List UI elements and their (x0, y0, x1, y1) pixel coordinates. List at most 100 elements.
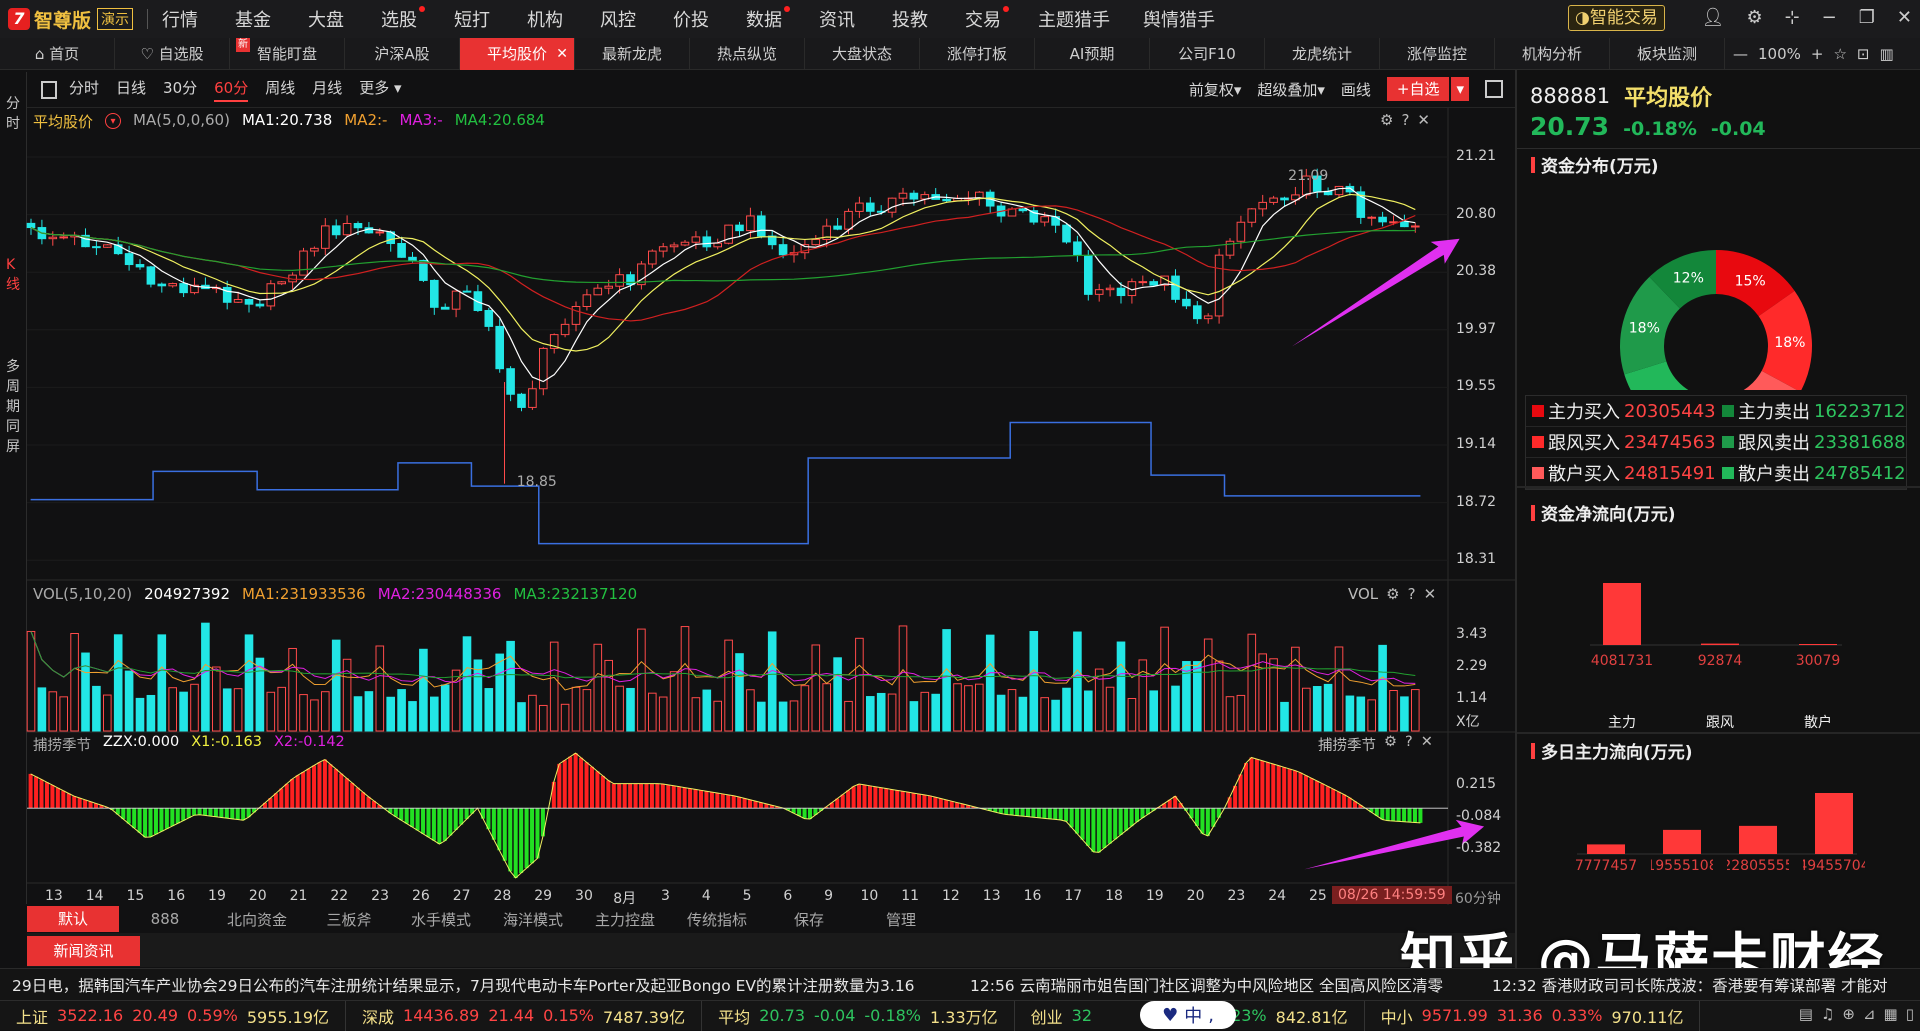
volume-bar-down (1116, 641, 1126, 732)
template-tab-0[interactable]: 默认 (27, 906, 119, 932)
candle-up (1040, 216, 1050, 223)
volume-bar-up (658, 696, 668, 732)
news-item[interactable]: 12:32 香港财政司司长陈茂波：香港要有筹谋部署 才能对 (1492, 974, 1888, 996)
volume-bar-up (375, 645, 385, 732)
date-axis-label: 23 (371, 888, 389, 904)
volume-axis-label: 2.29 (1456, 658, 1488, 674)
volume-bar-down (222, 688, 232, 732)
index-quote[interactable]: 平均 20.73 -0.04 -0.18% 1.33万亿 (702, 1000, 1015, 1031)
net-flow-value: 92874 (1698, 653, 1743, 669)
restore-icon[interactable]: ❐ (1859, 7, 1875, 28)
template-tab-5[interactable]: 海洋模式 (487, 909, 579, 930)
zoom-in-icon[interactable]: + (1811, 45, 1824, 63)
index-change: 31.36 (1496, 1006, 1543, 1025)
grid-icon[interactable]: ▦ (1884, 1005, 1898, 1023)
close-icon[interactable]: ✕ (1897, 7, 1912, 28)
net-flow-value: 30079 (1796, 653, 1841, 669)
index-quote[interactable]: 深成 14436.89 21.44 0.15% 7487.39亿 (346, 1000, 703, 1031)
volume-bar-up (1236, 694, 1246, 732)
index-amount: 5955.19亿 (246, 1007, 329, 1027)
index-name: 创业 (1030, 1007, 1063, 1027)
volume-bar-up (1367, 699, 1377, 732)
date-axis-label: 13 (44, 888, 63, 904)
volume-bar-down (419, 648, 428, 732)
volume-bar-down (244, 634, 254, 732)
date-axis-label: 3 (661, 888, 670, 904)
ime-widget[interactable]: ♥ 中, (1140, 1001, 1236, 1029)
fund-distribution-legend: 主力买入 20305443 主力卖出 16223712 跟风买入 23474563 跟风卖出… (1525, 395, 1907, 490)
volume-bar-up (190, 683, 199, 732)
legend-label: 散户卖出 (1738, 464, 1810, 485)
star-icon[interactable]: ☆ (1833, 45, 1846, 63)
candle-up (233, 299, 243, 303)
globe-icon[interactable]: ⊕ (1842, 1005, 1855, 1023)
kline-chart[interactable] (0, 0, 1515, 905)
candle-up (310, 247, 319, 252)
volume-bar-down (1280, 701, 1289, 732)
volume-bar-down (1378, 644, 1387, 732)
volume-bar-up (637, 628, 646, 732)
calc-icon[interactable]: ▤ (1799, 1005, 1813, 1023)
chart-icon[interactable]: ⊿ (1863, 1005, 1876, 1023)
volume-bar-down (833, 657, 842, 732)
minimize-icon[interactable]: − (1822, 7, 1837, 28)
legend-row: 跟风买入 23474563 跟风卖出 23381688 (1526, 427, 1906, 458)
template-tab-7[interactable]: 传统指标 (671, 909, 763, 930)
date-axis-label: 4 (701, 888, 711, 904)
price-axis-label: 21.21 (1456, 148, 1497, 164)
zoom-out-icon[interactable]: — (1733, 45, 1748, 63)
volume-bar-up (898, 625, 908, 732)
candle-up (855, 202, 864, 212)
vol-ma1-line (30, 631, 1416, 691)
layout-icon[interactable]: ▥ (1880, 45, 1894, 63)
volume-bar-down (767, 631, 777, 732)
template-tab-4[interactable]: 水手模式 (395, 909, 487, 930)
candles (26, 168, 1420, 412)
volume-bar-down (201, 622, 210, 732)
index-percent: 0.59% (187, 1006, 238, 1025)
multi-day-bar (1587, 844, 1625, 854)
net-flow-bar (1603, 583, 1641, 645)
divider (1517, 148, 1920, 149)
index-price: 9571.99 (1421, 1006, 1488, 1025)
volume-bar-up (1007, 689, 1017, 732)
template-tab-9[interactable]: 管理 (855, 909, 947, 930)
volume-bar-down (157, 634, 167, 732)
index-quote[interactable]: 上证 3522.16 20.49 0.59% 5955.19亿 (0, 1000, 346, 1031)
index-percent: 0.15% (543, 1006, 594, 1025)
candle-down (1062, 224, 1071, 243)
index-quote[interactable]: 中小 9571.99 31.36 0.33% 970.11亿 (1365, 1000, 1701, 1031)
candle-up (1247, 208, 1257, 223)
template-tab-3[interactable]: 三板斧 (303, 909, 395, 930)
candle-up (658, 246, 668, 252)
volume-bar-down (985, 634, 995, 732)
volume-bar-down (364, 691, 374, 732)
template-tab-2[interactable]: 北向资金 (211, 909, 303, 930)
news-item[interactable]: 12:56 云南瑞丽市姐告国门社区调整为中风险地区 全国高风险区清零 (970, 974, 1443, 996)
candle-up (299, 250, 308, 276)
news-item[interactable]: 29日电，据韩国汽车产业协会29日公布的汽车注册统计结果显示，7月现代电动卡车P… (12, 974, 915, 996)
monitor-icon[interactable]: ⊡ (1857, 45, 1870, 63)
index-status-bar: 上证 3522.16 20.49 0.59% 5955.19亿 深成 14436.89 21.… (0, 1000, 1920, 1031)
news-button[interactable]: 新闻资讯 (27, 936, 140, 966)
divider (1517, 732, 1920, 734)
bell-icon[interactable]: ♫ (1821, 1005, 1834, 1023)
pin-icon[interactable]: ⊹ (1785, 7, 1800, 28)
candle-up (168, 283, 177, 287)
net-flow-value: 4081731 (1591, 653, 1653, 669)
user-icon[interactable]: 👤︎ (1702, 7, 1725, 28)
date-axis-label: 27 (452, 888, 471, 904)
volume-bar-up (48, 691, 58, 732)
template-tab-6[interactable]: 主力控盘 (579, 909, 671, 930)
settings-icon[interactable]: ⚙ (1746, 7, 1762, 28)
template-tab-8[interactable]: 保存 (763, 909, 855, 930)
tab-14[interactable]: 板块监测 (1610, 37, 1725, 70)
template-tab-1[interactable]: 888 (119, 910, 211, 928)
volume-bar-up (1203, 638, 1213, 732)
candle-up (48, 236, 58, 240)
index-amount: 7487.39亿 (603, 1007, 686, 1027)
more-icon[interactable]: ▯ (1906, 1005, 1914, 1023)
price-axis-label: 18.31 (1456, 551, 1497, 568)
smart-trade-button[interactable]: ◑智能交易 (1568, 5, 1665, 31)
price-axis-label: 20.38 (1456, 263, 1497, 280)
